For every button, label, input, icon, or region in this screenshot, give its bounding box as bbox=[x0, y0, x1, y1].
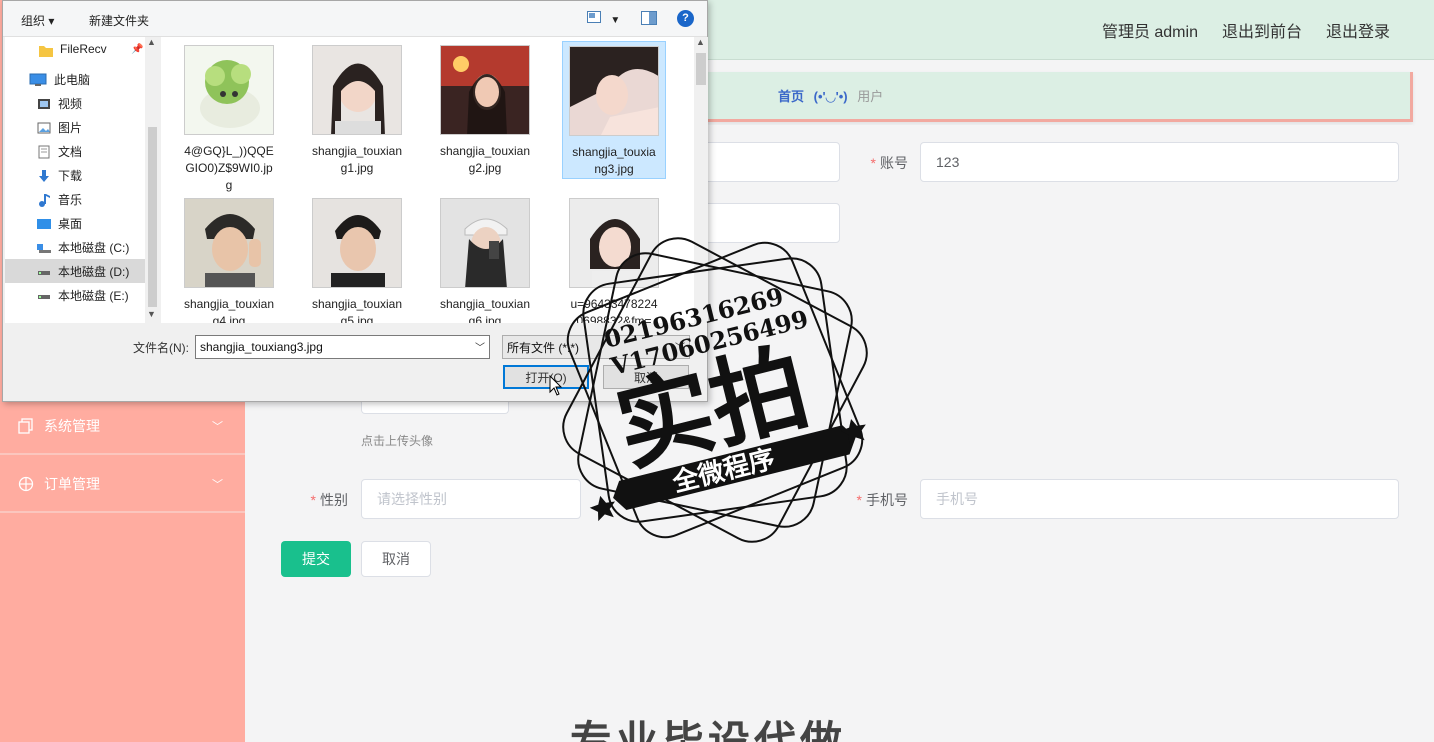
nav-item-drive-e[interactable]: 本地磁盘 (E:) bbox=[5, 283, 145, 307]
filename-label: 文件名(N): bbox=[133, 341, 189, 355]
submit-button[interactable]: 提交 bbox=[281, 541, 351, 577]
organize-menu[interactable]: 组织 ▾ bbox=[21, 12, 54, 29]
thumbnail bbox=[184, 198, 274, 288]
filetype-select[interactable]: 所有文件 (*.*) ﹀ bbox=[502, 335, 690, 359]
nav-item-desktop[interactable]: 桌面 bbox=[5, 211, 145, 235]
pin-icon: 📌 bbox=[131, 43, 144, 55]
account-input[interactable]: 123 bbox=[920, 142, 1399, 182]
phone-input[interactable]: 手机号 bbox=[920, 479, 1399, 519]
file-item-selected[interactable]: shangjia_touxiang3.jpg bbox=[562, 41, 666, 179]
document-folder-icon bbox=[37, 145, 51, 159]
chevron-down-icon: ﹀ bbox=[212, 479, 223, 491]
dialog-footer: 文件名(N): shangjia_touxiang3.jpg ﹀ 所有文件 (*… bbox=[3, 323, 707, 401]
file-item[interactable]: shangjia_touxiang1.jpg bbox=[305, 41, 409, 177]
chevron-down-icon: ▼ bbox=[610, 15, 621, 26]
nav-item-drive-d[interactable]: 本地磁盘 (D:) bbox=[5, 259, 145, 283]
preview-pane-button[interactable] bbox=[641, 11, 657, 28]
sidebar-item-label: 系统管理 bbox=[44, 417, 100, 434]
breadcrumb: 首页 (•'◡'•) 用户 bbox=[778, 86, 883, 105]
help-icon[interactable]: ? bbox=[677, 10, 694, 27]
view-menu[interactable]: ▼ bbox=[587, 11, 620, 26]
mouse-cursor-icon bbox=[549, 375, 563, 396]
file-list: 4@GQ}L_))QQEGIO0)Z$9WI0.jpg shangjia_tou… bbox=[161, 37, 694, 323]
chevron-down-icon: ▾ bbox=[48, 14, 55, 28]
computer-icon bbox=[29, 73, 47, 86]
filename-input[interactable]: shangjia_touxiang3.jpg ﹀ bbox=[195, 335, 490, 359]
scroll-up-icon[interactable]: ▲ bbox=[696, 37, 705, 47]
download-icon bbox=[37, 169, 51, 182]
thumbnail bbox=[569, 198, 659, 288]
breadcrumb-current: 用户 bbox=[857, 89, 884, 104]
sidebar-item-system[interactable]: 系统管理 ﹀ bbox=[0, 398, 245, 455]
nav-item-drive-c[interactable]: 本地磁盘 (C:) bbox=[5, 235, 145, 259]
gender-label: * 性别 bbox=[310, 492, 348, 508]
thumbnail bbox=[440, 45, 530, 135]
file-open-dialog: 组织 ▾ 新建文件夹 ▼ ? FileRecv 📌 此电脑 视频 图片 文档 下… bbox=[2, 0, 708, 402]
thumbnail bbox=[569, 46, 659, 136]
file-item[interactable]: shangjia_touxiang4.jpg bbox=[177, 194, 281, 323]
drive-icon bbox=[37, 289, 51, 301]
sidebar-item-orders[interactable]: 订单管理 ﹀ bbox=[0, 456, 245, 513]
chevron-down-icon[interactable]: ﹀ bbox=[475, 339, 485, 354]
file-item[interactable]: 4@GQ}L_))QQEGIO0)Z$9WI0.jpg bbox=[177, 41, 281, 194]
breadcrumb-separator: (•'◡'•) bbox=[813, 89, 848, 104]
nav-item-videos[interactable]: 视频 bbox=[5, 91, 145, 115]
new-folder-button[interactable]: 新建文件夹 bbox=[89, 12, 149, 29]
navigation-pane: FileRecv 📌 此电脑 视频 图片 文档 下载 音乐 桌面 本地磁盘 (C… bbox=[5, 37, 159, 323]
picture-folder-icon bbox=[37, 121, 51, 134]
scroll-down-icon[interactable]: ▼ bbox=[147, 309, 156, 319]
avatar-hint: 点击上传头像 bbox=[361, 434, 434, 448]
file-item[interactable]: shangjia_touxiang6.jpg bbox=[433, 194, 537, 323]
admin-label: 管理员 admin bbox=[1101, 24, 1198, 41]
chevron-down-icon: ﹀ bbox=[675, 343, 685, 354]
file-item[interactable]: shangjia_touxiang2.jpg bbox=[433, 41, 537, 177]
watermark-caption: 专业毕设代做 bbox=[570, 718, 847, 742]
nav-item-music[interactable]: 音乐 bbox=[5, 187, 145, 211]
scroll-up-icon[interactable]: ▲ bbox=[147, 37, 156, 47]
drive-icon bbox=[37, 241, 51, 253]
video-folder-icon bbox=[37, 97, 51, 109]
open-button[interactable]: 打开(O) bbox=[503, 365, 589, 389]
file-item[interactable]: shangjia_touxiang5.jpg bbox=[305, 194, 409, 323]
thumbnail bbox=[184, 45, 274, 135]
nav-item-filerecv[interactable]: FileRecv 📌 bbox=[5, 37, 145, 61]
target-icon bbox=[18, 476, 34, 492]
nav-item-pictures[interactable]: 图片 bbox=[5, 115, 145, 139]
sidebar-item-label: 订单管理 bbox=[44, 475, 100, 492]
desktop-icon bbox=[37, 217, 51, 229]
chevron-down-icon: ﹀ bbox=[212, 421, 223, 433]
nav-scrollbar-thumb[interactable] bbox=[148, 127, 157, 307]
nav-item-downloads[interactable]: 下载 bbox=[5, 163, 145, 187]
thumbnail bbox=[312, 198, 402, 288]
account-label: * 账号 bbox=[870, 155, 908, 171]
front-link[interactable]: 退出到前台 bbox=[1222, 18, 1302, 42]
nav-item-documents[interactable]: 文档 bbox=[5, 139, 145, 163]
copy-icon bbox=[18, 417, 34, 434]
file-scrollbar-thumb[interactable] bbox=[696, 53, 706, 85]
password-input[interactable] bbox=[700, 203, 840, 243]
drive-icon bbox=[37, 265, 51, 277]
view-icon bbox=[587, 11, 601, 26]
cancel-button[interactable]: 取消 bbox=[361, 541, 431, 577]
nav-item-this-pc[interactable]: 此电脑 bbox=[5, 67, 145, 91]
thumbnail bbox=[312, 45, 402, 135]
music-icon bbox=[37, 193, 51, 207]
dialog-toolbar: 组织 ▾ 新建文件夹 ▼ ? bbox=[3, 1, 707, 37]
thumbnail bbox=[440, 198, 530, 288]
gender-select[interactable]: 请选择性别 bbox=[361, 479, 581, 519]
phone-label: * 手机号 bbox=[856, 492, 908, 508]
file-item[interactable]: u=964334782240698832&fm= bbox=[562, 194, 666, 323]
logout-link[interactable]: 退出登录 bbox=[1326, 18, 1390, 42]
name-input[interactable] bbox=[700, 142, 840, 182]
dialog-cancel-button[interactable]: 取消 bbox=[603, 365, 689, 389]
folder-icon bbox=[39, 43, 53, 57]
breadcrumb-home[interactable]: 首页 bbox=[778, 89, 804, 104]
